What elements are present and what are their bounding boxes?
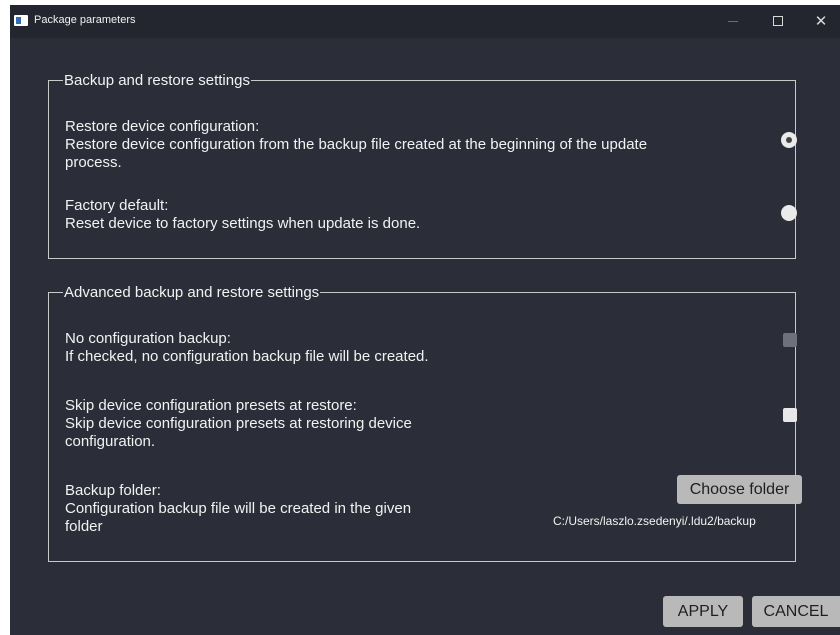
title-bar: Package parameters ✕ bbox=[10, 5, 840, 38]
restore-device-config-title: Restore device configuration: bbox=[65, 118, 260, 135]
skip-presets-desc-line2: configuration. bbox=[65, 433, 156, 450]
minimize-icon bbox=[728, 20, 738, 22]
cancel-button[interactable]: CANCEL bbox=[752, 596, 840, 627]
factory-default-radio[interactable] bbox=[781, 205, 797, 221]
backup-restore-legend: Backup and restore settings bbox=[64, 72, 250, 89]
backup-folder-desc-line2: folder bbox=[65, 518, 103, 535]
apply-button[interactable]: APPLY bbox=[663, 596, 743, 627]
restore-device-config-desc-line1: Restore device configuration from the ba… bbox=[65, 136, 648, 153]
skip-presets-title: Skip device configuration presets at res… bbox=[65, 397, 357, 414]
advanced-backup-restore-legend: Advanced backup and restore settings bbox=[64, 284, 320, 301]
maximize-button[interactable] bbox=[758, 9, 798, 33]
skip-presets-option: Skip device configuration presets at res… bbox=[65, 397, 412, 451]
restore-device-config-radio[interactable] bbox=[781, 132, 797, 148]
close-icon: ✕ bbox=[814, 13, 828, 30]
maximize-icon bbox=[773, 16, 783, 26]
skip-presets-checkbox[interactable] bbox=[783, 408, 797, 422]
backup-folder-path: C:/Users/laszlo.zsedenyi/.ldu2/backup bbox=[553, 514, 756, 528]
backup-folder-desc-line1: Configuration backup file will be create… bbox=[65, 500, 412, 517]
factory-default-title: Factory default: bbox=[65, 197, 169, 214]
choose-folder-button[interactable]: Choose folder bbox=[677, 475, 802, 504]
no-config-backup-checkbox[interactable] bbox=[783, 333, 797, 347]
factory-default-desc: Reset device to factory settings when up… bbox=[65, 215, 421, 232]
backup-folder-title: Backup folder: bbox=[65, 482, 161, 499]
factory-default-option: Factory default: Reset device to factory… bbox=[65, 197, 420, 233]
minimize-button[interactable] bbox=[713, 9, 753, 33]
backup-folder-option: Backup folder: Configuration backup file… bbox=[65, 482, 411, 536]
close-button[interactable]: ✕ bbox=[801, 9, 840, 33]
window-title: Package parameters bbox=[34, 14, 136, 26]
no-config-backup-option: No configuration backup: If checked, no … bbox=[65, 330, 429, 366]
package-parameters-dialog: Package parameters ✕ Backup and restore … bbox=[10, 5, 840, 635]
app-icon bbox=[14, 15, 28, 26]
restore-device-config-option: Restore device configuration: Restore de… bbox=[65, 118, 647, 172]
skip-presets-desc-line1: Skip device configuration presets at res… bbox=[65, 415, 412, 432]
restore-device-config-desc-line2: process. bbox=[65, 154, 122, 171]
no-config-backup-desc: If checked, no configuration backup file… bbox=[65, 348, 429, 365]
no-config-backup-title: No configuration backup: bbox=[65, 330, 231, 347]
